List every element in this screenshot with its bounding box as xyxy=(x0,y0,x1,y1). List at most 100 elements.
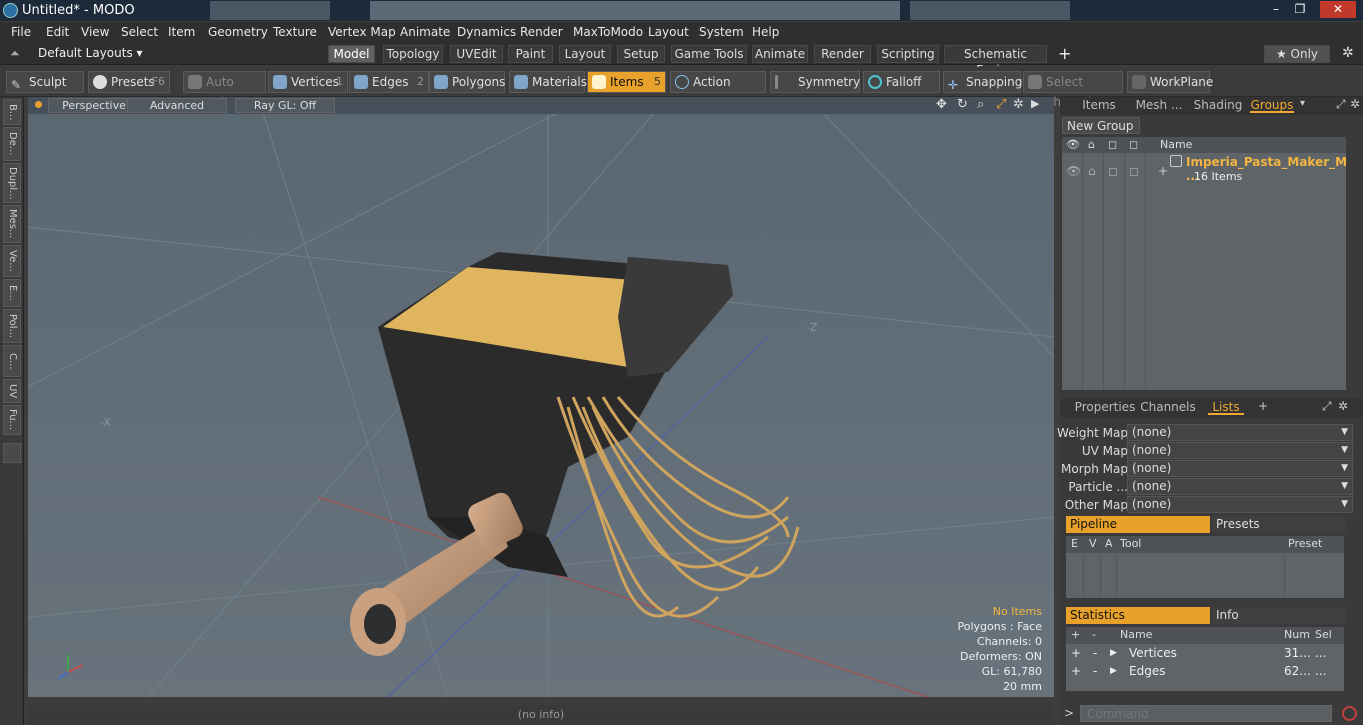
particle-dropdown[interactable]: (none) ▼ xyxy=(1127,478,1353,495)
left-tab-uv[interactable]: UV xyxy=(3,379,21,403)
command-input[interactable] xyxy=(1080,705,1332,722)
expand-arrow-icon[interactable]: ▶ xyxy=(1110,648,1117,658)
tab-model[interactable]: Model xyxy=(328,45,375,63)
materials-button[interactable]: Materials xyxy=(509,71,587,93)
polygons-button[interactable]: Polygons xyxy=(429,71,505,93)
remove-button[interactable]: - xyxy=(1093,646,1097,660)
left-tab-fusion[interactable]: Fu... xyxy=(3,405,21,435)
render-toggle-icon[interactable]: ◻ xyxy=(1108,164,1118,178)
left-tab-vertex[interactable]: Ve... xyxy=(3,245,21,277)
lock-toggle-icon[interactable]: ⌂ xyxy=(1088,164,1096,178)
tab-render[interactable]: Render xyxy=(814,45,871,63)
snapping-button[interactable]: ✛ Snapping xyxy=(943,71,1022,93)
expand-panel-icon[interactable]: ⤢ xyxy=(1336,97,1346,112)
raygl-toggle[interactable]: Ray GL: Off xyxy=(235,98,335,113)
zoom-view-icon[interactable]: ⌕ xyxy=(977,97,984,112)
auto-select-button[interactable]: Auto Select xyxy=(183,71,266,109)
stop-icon[interactable] xyxy=(1342,706,1357,721)
tab-game-tools[interactable]: Game Tools xyxy=(671,45,747,63)
falloff-button[interactable]: Falloff xyxy=(863,71,940,93)
tab-schematic-fusion[interactable]: Schematic Fusion xyxy=(944,45,1047,77)
stats-row-vertices[interactable]: + - ▶ Vertices 31... ... xyxy=(1066,646,1344,664)
menu-system[interactable]: System xyxy=(699,25,744,39)
menu-animate[interactable]: Animate xyxy=(400,25,450,39)
collapse-icon[interactable]: ⏶ xyxy=(10,46,20,61)
pipeline-tab[interactable]: Pipeline xyxy=(1066,516,1210,533)
symmetry-button[interactable]: Symmetry xyxy=(770,71,860,93)
uv-map-dropdown[interactable]: (none) ▼ xyxy=(1127,442,1353,459)
presets-button[interactable]: Presets F6 xyxy=(88,71,170,93)
tab-scripting[interactable]: Scripting xyxy=(877,45,939,63)
menu-texture[interactable]: Texture xyxy=(273,25,317,39)
gear-icon[interactable]: ✲ xyxy=(1342,45,1354,61)
add-button[interactable]: + xyxy=(1071,646,1081,660)
presets-tab[interactable]: Presets xyxy=(1212,516,1346,533)
only-toggle[interactable]: ★ Only xyxy=(1264,45,1330,63)
close-button[interactable]: ✕ xyxy=(1320,1,1356,18)
visibility-toggle-icon[interactable]: 👁 xyxy=(1066,164,1081,178)
maximize-button[interactable]: ❐ xyxy=(1288,1,1312,18)
expand-panel-icon[interactable]: ⤢ xyxy=(1322,399,1332,414)
left-tab-basic[interactable]: B... xyxy=(3,99,21,125)
tab-layout[interactable]: Layout xyxy=(559,45,611,63)
tab-uvedit[interactable]: UVEdit xyxy=(450,45,503,63)
menu-help[interactable]: Help xyxy=(752,25,779,39)
expand-icon[interactable]: + xyxy=(1158,164,1168,178)
tab-properties[interactable]: Properties xyxy=(1074,399,1136,415)
left-tab-deform[interactable]: De... xyxy=(3,127,21,161)
left-tab-polygon[interactable]: Pol... xyxy=(3,309,21,343)
new-group-button[interactable]: New Group xyxy=(1062,117,1140,134)
menu-geometry[interactable]: Geometry xyxy=(208,25,268,39)
vertices-button[interactable]: Vertices 1 xyxy=(268,71,348,93)
tab-animate[interactable]: Animate xyxy=(752,45,808,63)
fit-view-icon[interactable]: ⤢ xyxy=(996,97,1006,112)
menu-item[interactable]: Item xyxy=(168,25,195,39)
other-map-dropdown[interactable]: (none) ▼ xyxy=(1127,496,1353,513)
tab-paint[interactable]: Paint xyxy=(508,45,553,63)
menu-select[interactable]: Select xyxy=(121,25,158,39)
menu-edit[interactable]: Edit xyxy=(46,25,69,39)
remove-button[interactable]: - xyxy=(1093,664,1097,678)
menu-layout[interactable]: Layout xyxy=(648,25,689,39)
menu-file[interactable]: File xyxy=(11,25,31,39)
tab-groups[interactable]: Groups xyxy=(1250,97,1294,113)
left-tab-extra[interactable] xyxy=(3,443,21,463)
viewport-dot-icon[interactable] xyxy=(35,101,42,108)
info-tab[interactable]: Info xyxy=(1212,607,1346,624)
edges-button[interactable]: Edges 2 xyxy=(349,71,429,93)
left-tab-duplicate[interactable]: Dupl... xyxy=(3,163,21,203)
statistics-tab[interactable]: Statistics xyxy=(1066,607,1210,624)
tab-shading[interactable]: Shading xyxy=(1190,97,1246,113)
menu-view[interactable]: View xyxy=(81,25,109,39)
add-panel-tab-icon[interactable]: + xyxy=(1258,399,1268,413)
weight-map-dropdown[interactable]: (none) ▼ xyxy=(1127,424,1353,441)
tab-mesh[interactable]: Mesh ... xyxy=(1130,97,1188,113)
panel-menu-icon[interactable]: ▾ xyxy=(1300,98,1305,109)
tab-lists[interactable]: Lists xyxy=(1208,399,1244,415)
left-tab-curve[interactable]: C... xyxy=(3,345,21,377)
tab-items[interactable]: Items xyxy=(1076,97,1122,113)
select-toggle-icon[interactable]: ◻ xyxy=(1129,164,1139,178)
rotate-view-icon[interactable]: ↻ xyxy=(957,97,968,112)
advanced-dropdown[interactable]: Advanced xyxy=(127,98,227,113)
3d-viewport[interactable]: -Z -X No Items Polygons: Face Channels:… xyxy=(28,97,1054,697)
default-layouts-dropdown[interactable]: Default Layouts ▾ xyxy=(38,46,143,60)
tab-setup[interactable]: Setup xyxy=(617,45,665,63)
menu-maxtomodo[interactable]: MaxToModo xyxy=(573,25,643,39)
add-tab-button[interactable]: + xyxy=(1058,44,1071,63)
tab-channels[interactable]: Channels xyxy=(1140,399,1196,415)
action-center-button[interactable]: Action Center xyxy=(670,71,766,109)
menu-render[interactable]: Render xyxy=(520,25,563,39)
viewport-settings-icon[interactable]: ✲ xyxy=(1013,97,1024,112)
tab-topology[interactable]: Topology xyxy=(383,45,443,63)
move-view-icon[interactable]: ✥ xyxy=(936,97,947,112)
panel-gear-icon[interactable]: ✲ xyxy=(1338,399,1348,413)
menu-vertex-map[interactable]: Vertex Map xyxy=(328,25,396,39)
workplane-button[interactable]: WorkPlane xyxy=(1127,71,1213,93)
group-row[interactable]: 👁 ⌂ ◻ ◻ + Imperia_Pasta_Maker_M ... 16 I… xyxy=(1062,155,1347,187)
items-button[interactable]: Items 5 xyxy=(587,71,666,93)
menu-dynamics[interactable]: Dynamics xyxy=(457,25,516,39)
sculpt-button[interactable]: ✎ Sculpt xyxy=(6,71,84,93)
left-tab-mesh-edit[interactable]: Mes... xyxy=(3,205,21,243)
morph-map-dropdown[interactable]: (none) ▼ xyxy=(1127,460,1353,477)
